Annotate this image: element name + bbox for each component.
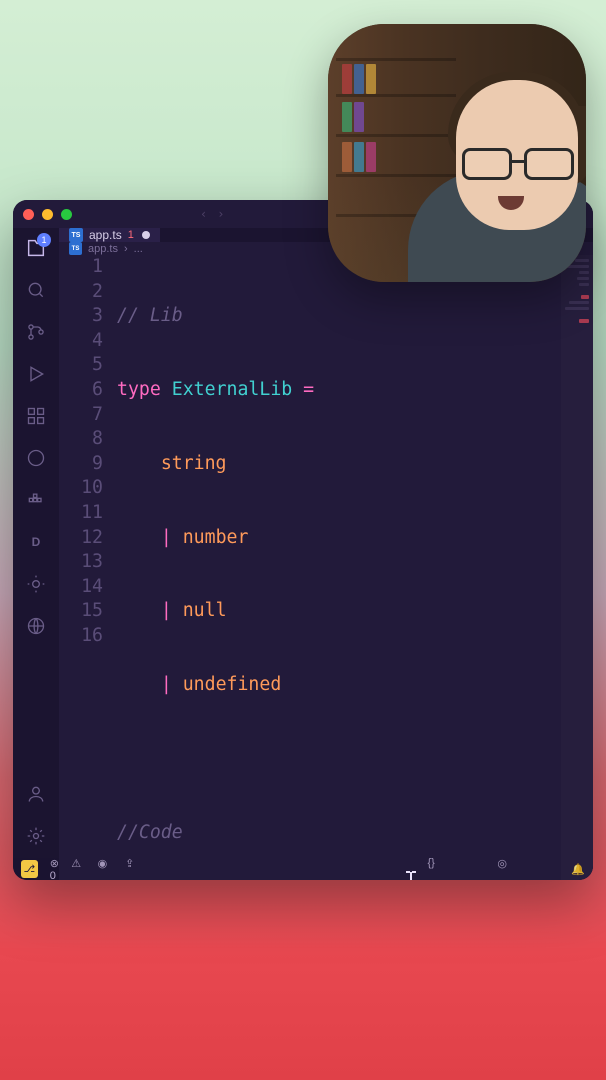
extensions-icon[interactable] — [24, 404, 48, 428]
nav-back-icon[interactable]: ‹ — [200, 207, 207, 221]
broadcast-icon: ◎ — [497, 858, 507, 870]
activity-bar: 1 D — [13, 228, 59, 858]
line-gutter: 1234 5678 9101112 13141516 — [59, 255, 117, 880]
titlebar-nav: ‹ › — [200, 207, 224, 221]
code-editor[interactable]: 1234 5678 9101112 13141516 // Lib type E… — [59, 255, 593, 880]
liveshare-icon: ⇪ — [125, 858, 134, 870]
warning-icon: ⚠ — [71, 858, 81, 870]
radio-icon: ◉ — [98, 858, 108, 870]
tab-app-ts[interactable]: TS app.ts 1 — [59, 228, 161, 242]
remote-icon[interactable] — [24, 446, 48, 470]
code-content[interactable]: // Lib type ExternalLib = string | numbe… — [117, 255, 593, 880]
window-close-button[interactable] — [23, 209, 34, 220]
tab-dirty-indicator — [142, 231, 150, 239]
search-icon[interactable] — [24, 278, 48, 302]
editor-main: TS app.ts 1 TS app.ts › ... 1234 5678 91… — [59, 228, 593, 858]
error-icon: ⊗ — [50, 858, 59, 870]
window-maximize-button[interactable] — [61, 209, 72, 220]
source-control-icon[interactable] — [24, 320, 48, 344]
explorer-badge: 1 — [37, 233, 51, 247]
webcam-overlay — [328, 24, 586, 282]
gear-icon[interactable] — [24, 824, 48, 848]
window-minimize-button[interactable] — [42, 209, 53, 220]
account-icon[interactable] — [24, 782, 48, 806]
typescript-icon: TS — [69, 228, 83, 242]
webcam-person — [398, 80, 586, 282]
explorer-icon[interactable]: 1 — [24, 236, 48, 260]
database-icon[interactable]: D — [24, 530, 48, 554]
vscode-window: ‹ › 1 D TS — [13, 200, 593, 880]
tab-error-count: 1 — [128, 229, 134, 241]
breadcrumb-file[interactable]: app.ts — [88, 243, 118, 255]
editor-columns: 1 D TS app.ts 1 — [13, 228, 593, 858]
live-share-icon[interactable] — [24, 572, 48, 596]
minimap[interactable] — [561, 255, 593, 880]
remote-indicator[interactable]: ⎇ — [21, 860, 38, 878]
docker-icon[interactable] — [24, 488, 48, 512]
text-cursor-icon — [199, 875, 421, 880]
braces-icon: {} — [428, 857, 435, 869]
nav-forward-icon[interactable]: › — [217, 207, 224, 221]
tab-filename: app.ts — [89, 228, 122, 242]
bell-icon[interactable]: 🔔 — [571, 863, 585, 876]
typescript-icon: TS — [69, 242, 82, 255]
chevron-right-icon: › — [124, 243, 128, 255]
breadcrumb-rest[interactable]: ... — [134, 243, 143, 255]
run-debug-icon[interactable] — [24, 362, 48, 386]
globe-icon[interactable] — [24, 614, 48, 638]
